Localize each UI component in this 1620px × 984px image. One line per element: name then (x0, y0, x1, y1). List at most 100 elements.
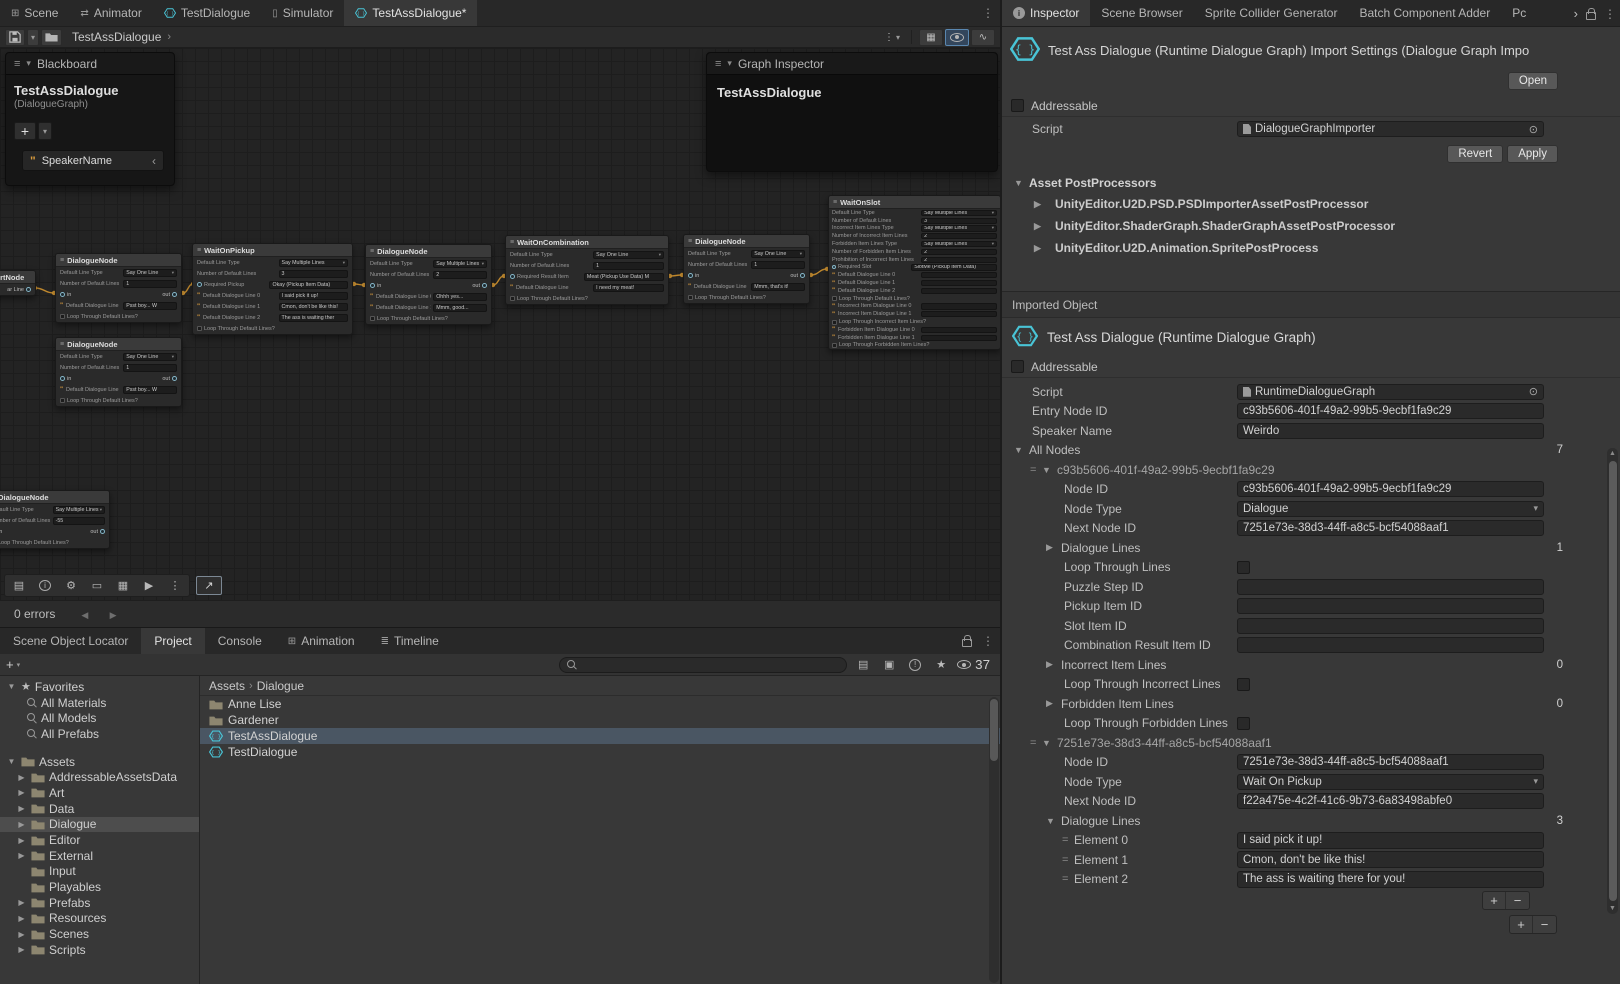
node-connection[interactable] (35, 288, 54, 293)
graph-node-waitonpickup[interactable]: ≡WaitOnPickupDefault Line TypeSay Multip… (192, 243, 353, 335)
input-port[interactable] (197, 282, 202, 287)
text-field[interactable]: Cmon, don't be like this! (1237, 851, 1544, 868)
node-value-field[interactable]: 1 (123, 364, 177, 372)
node-connection[interactable] (354, 284, 364, 285)
object-field[interactable]: Okay (Pickup Item Data) (269, 281, 348, 289)
show-in-project-button[interactable] (41, 29, 62, 46)
hidden-count-icon[interactable]: ! (905, 659, 925, 671)
node-title-bar[interactable]: ≡DialogueNode (366, 245, 491, 258)
collapse-arrow-icon[interactable]: ▾ (727, 58, 732, 69)
tree-root-assets[interactable]: ▼Assets (0, 754, 199, 770)
input-port[interactable] (832, 265, 836, 269)
dialogue-line-field[interactable] (921, 327, 997, 333)
lock-icon[interactable] (962, 639, 972, 647)
node-dropdown[interactable]: Say Multiple Lines▾ (921, 241, 997, 247)
scroll-up-arrow-icon[interactable]: ▲ (1608, 450, 1617, 457)
foldout-arrow-icon[interactable]: ▶ (1046, 659, 1061, 670)
add-property-button[interactable]: + (14, 122, 36, 140)
layout-icon[interactable]: ▦ (110, 576, 136, 595)
foldout-arrow-icon[interactable]: ▶ (1046, 698, 1061, 709)
editor-tab-testassdialogue[interactable]: { }TestAssDialogue* (344, 0, 477, 26)
addressable-checkbox[interactable] (1011, 360, 1024, 373)
input-port[interactable]: in (60, 376, 71, 382)
drag-handle-icon[interactable]: = (1030, 464, 1042, 476)
favorites-section[interactable]: ▼★Favorites (0, 679, 199, 695)
node-value-field[interactable]: 1 (593, 262, 664, 270)
overlay-toggle-button[interactable] (945, 29, 969, 46)
dialogue-line-field[interactable] (921, 288, 997, 294)
node-dropdown[interactable]: Say One Line▾ (123, 269, 177, 277)
minimap-toggle-button[interactable]: ▦ (919, 29, 943, 46)
output-port[interactable]: out (790, 273, 805, 279)
panel-tab-console[interactable]: Console (205, 628, 275, 654)
node-connection[interactable] (493, 276, 504, 285)
tab-bar-menu-icon[interactable]: ⋮ (982, 6, 994, 20)
postprocessor-unityeditor-u2d-animation-spritepostprocess[interactable]: ▶UnityEditor.U2D.Animation.SpritePostPro… (1002, 237, 1620, 259)
graph-settings-button[interactable]: ∿ (971, 29, 995, 46)
panel-menu-icon[interactable]: ≡ (14, 58, 20, 70)
node-title-bar[interactable]: ≡DialogueNode (0, 491, 109, 504)
node-value-field[interactable]: 2 (921, 233, 997, 239)
editor-tab-scene[interactable]: ⊞Scene (0, 0, 69, 26)
graph-options-button[interactable]: ⋮▾ (880, 29, 904, 46)
input-port[interactable]: in (370, 283, 381, 289)
save-asset-button[interactable] (5, 29, 25, 46)
blackboard-property-speakername[interactable]: " SpeakerName ‹ (22, 150, 164, 171)
output-port[interactable]: out (162, 376, 177, 382)
panel-tab-scene-object-locator[interactable]: Scene Object Locator (0, 628, 141, 654)
play-icon[interactable]: ▶ (136, 576, 162, 595)
drag-handle-icon[interactable]: = (1030, 737, 1042, 749)
add-element-button[interactable]: + (1510, 916, 1533, 933)
add-element-button[interactable]: + (1483, 892, 1506, 909)
node-checkbox[interactable] (688, 295, 693, 300)
save-dropdown-icon[interactable]: ▾ (27, 29, 39, 46)
node-dropdown[interactable]: Say Multiple Lines▾ (279, 259, 348, 267)
open-button[interactable]: Open (1508, 72, 1558, 90)
node-dropdown[interactable]: Say Multiple Lines▾ (921, 225, 997, 231)
node-value-field[interactable]: 1 (123, 280, 177, 288)
node-connection[interactable] (670, 275, 682, 276)
input-port[interactable]: in (0, 529, 2, 535)
node-dropdown[interactable]: Say One Line▾ (751, 250, 805, 258)
asset-item-gardener[interactable]: Gardener (200, 712, 1000, 728)
node-connection[interactable] (811, 269, 827, 275)
object-field[interactable]: RuntimeDialogueGraph⊙ (1237, 384, 1544, 400)
input-port[interactable]: in (688, 273, 699, 279)
editor-tab-testdialogue[interactable]: { }TestDialogue (153, 0, 261, 26)
remove-element-button[interactable]: − (1533, 916, 1556, 933)
breadcrumb-assets[interactable]: Assets (209, 679, 245, 693)
text-field[interactable]: c93b5606-401f-49a2-99b5-9ecbf1fa9c29 (1237, 403, 1544, 419)
drag-handle-icon[interactable]: = (1062, 873, 1074, 885)
foldout-arrow-icon[interactable]: ▼ (1014, 445, 1029, 455)
expand-icon[interactable]: ↗ (196, 576, 222, 595)
input-port[interactable] (510, 274, 515, 279)
visibility-toggle-button[interactable]: 37 (957, 657, 990, 672)
asset-item-anne-lise[interactable]: Anne Lise (200, 696, 1000, 712)
node-checkbox[interactable] (60, 314, 65, 319)
checkbox[interactable] (1237, 717, 1250, 730)
text-field[interactable] (1237, 598, 1544, 614)
node-checkbox[interactable] (197, 326, 202, 331)
node-value-field[interactable]: 2 (433, 271, 487, 279)
tree-folder-dialogue[interactable]: ▶Dialogue (0, 817, 199, 833)
dialogue-line-field[interactable]: Ohhh yes... (433, 293, 487, 301)
inspector-tab-batch-component-adder[interactable]: Batch Component Adder (1348, 0, 1501, 26)
node-value-field[interactable]: 2 (921, 249, 997, 255)
next-error-button[interactable]: ▶ (110, 610, 117, 621)
info-panel-icon[interactable]: i (32, 576, 58, 595)
saved-search-icon[interactable]: ▤ (853, 658, 873, 671)
tree-folder-scenes[interactable]: ▶Scenes (0, 926, 199, 942)
node-dropdown[interactable]: Say Multiple Lines▾ (433, 260, 487, 268)
output-port[interactable]: out (162, 292, 177, 298)
text-field[interactable]: I said pick it up! (1237, 832, 1544, 849)
favorite-item-all-prefabs[interactable]: All Prefabs (0, 726, 199, 742)
text-field[interactable]: The ass is waiting there for you! (1237, 871, 1544, 888)
tree-folder-playables[interactable]: Playables (0, 879, 199, 895)
asset-item-testdialogue[interactable]: { }TestDialogue (200, 744, 1000, 760)
dialogue-line-field[interactable]: Mmm, that's it! (751, 283, 805, 291)
editor-tab-animator[interactable]: ⇄Animator (69, 0, 152, 26)
text-field[interactable]: c93b5606-401f-49a2-99b5-9ecbf1fa9c29 (1237, 481, 1544, 497)
tree-folder-data[interactable]: ▶Data (0, 801, 199, 817)
tools-icon[interactable]: ⚙ (58, 576, 84, 595)
dialogue-line-field[interactable] (921, 303, 997, 309)
